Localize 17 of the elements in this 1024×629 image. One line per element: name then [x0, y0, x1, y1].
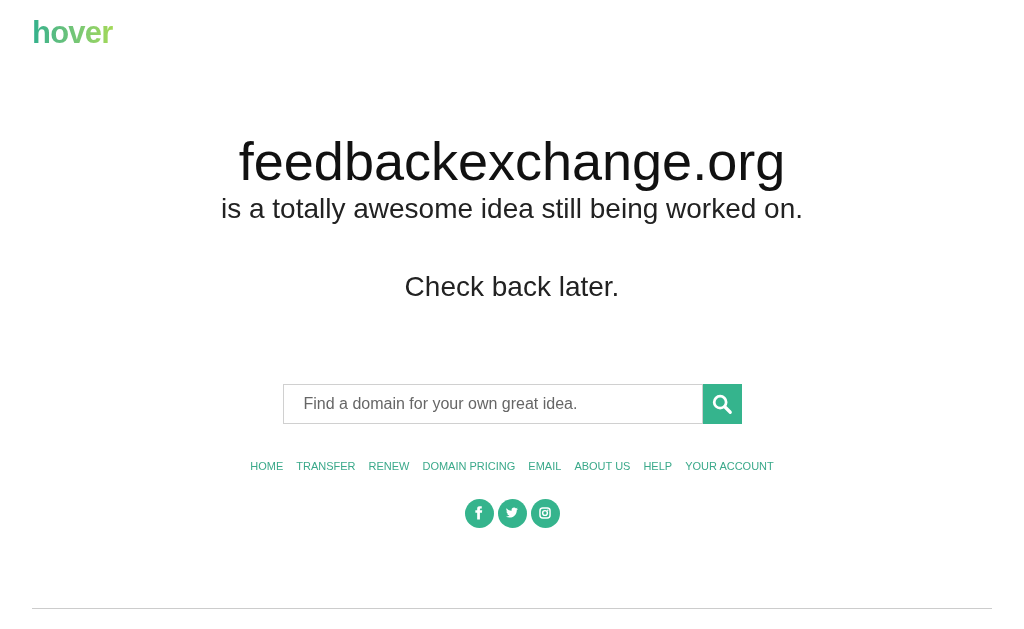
search-icon [711, 393, 733, 415]
nav-link[interactable]: ABOUT US [574, 458, 631, 475]
bird-link[interactable] [497, 498, 527, 528]
search-field[interactable]: Find a domain for your own great idea. [282, 384, 703, 424]
check-back-text: Check back later. [404, 270, 620, 304]
nav-link[interactable]: YOUR ACCOUNT [685, 458, 774, 475]
nav-link[interactable]: DOMAIN PRICING [422, 458, 516, 475]
nav-link[interactable]: RENEW [368, 458, 410, 475]
domain-heading: feedbackexchange.org [238, 130, 786, 192]
nav-link[interactable]: HELP [643, 458, 673, 475]
nav-link[interactable]: HOME [250, 458, 284, 475]
nav-link[interactable]: EMAIL [528, 458, 562, 475]
search-button[interactable] [702, 384, 742, 424]
tagline: is a totally awesome idea still being worked on. [220, 192, 804, 226]
facebook-link[interactable] [464, 498, 494, 528]
nav-link[interactable]: TRANSFER [296, 458, 356, 475]
camera-link[interactable] [530, 498, 560, 528]
